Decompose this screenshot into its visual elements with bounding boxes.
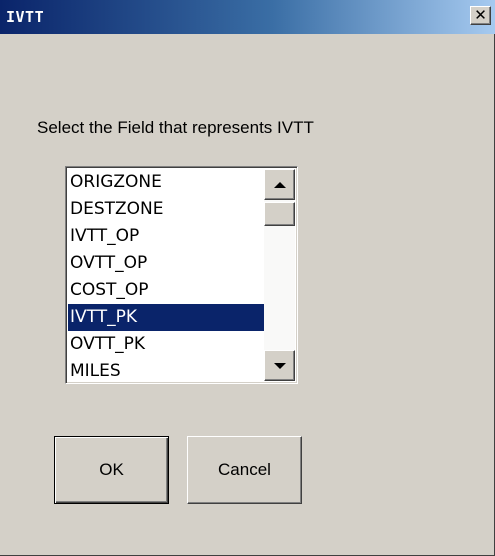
list-item[interactable]: IVTT_PK xyxy=(68,304,265,331)
list-item[interactable]: DESTZONE xyxy=(68,196,265,223)
list-item[interactable]: COST_OP xyxy=(68,277,265,304)
arrow-down-icon xyxy=(273,362,286,369)
ok-button[interactable]: OK xyxy=(54,436,169,504)
list-item[interactable]: MILES xyxy=(68,358,265,383)
scroll-down-button[interactable] xyxy=(264,350,295,381)
title-bar[interactable]: IVTT ✕ xyxy=(0,0,495,34)
close-button[interactable]: ✕ xyxy=(470,6,491,25)
list-item[interactable]: IVTT_OP xyxy=(68,223,265,250)
window-title: IVTT xyxy=(6,8,45,26)
cancel-button[interactable]: Cancel xyxy=(187,436,302,504)
close-icon: ✕ xyxy=(474,6,487,24)
field-listbox[interactable]: ORIGZONE DESTZONE IVTT_OP OVTT_OP COST_OP IVT… xyxy=(65,166,298,384)
list-scrollbar[interactable] xyxy=(264,169,295,381)
list-item[interactable]: OVTT_PK xyxy=(68,331,265,358)
field-list: ORIGZONE DESTZONE IVTT_OP OVTT_OP COST_OP IVT… xyxy=(68,169,265,383)
list-item[interactable]: OVTT_OP xyxy=(68,250,265,277)
scroll-up-button[interactable] xyxy=(264,169,295,200)
arrow-up-icon xyxy=(273,181,286,188)
scroll-thumb[interactable] xyxy=(264,202,295,226)
field-prompt-label: Select the Field that represents IVTT xyxy=(37,118,314,137)
ivtt-dialog: IVTT ✕ Select the Field that represents … xyxy=(0,0,495,556)
list-item[interactable]: ORIGZONE xyxy=(68,169,265,196)
